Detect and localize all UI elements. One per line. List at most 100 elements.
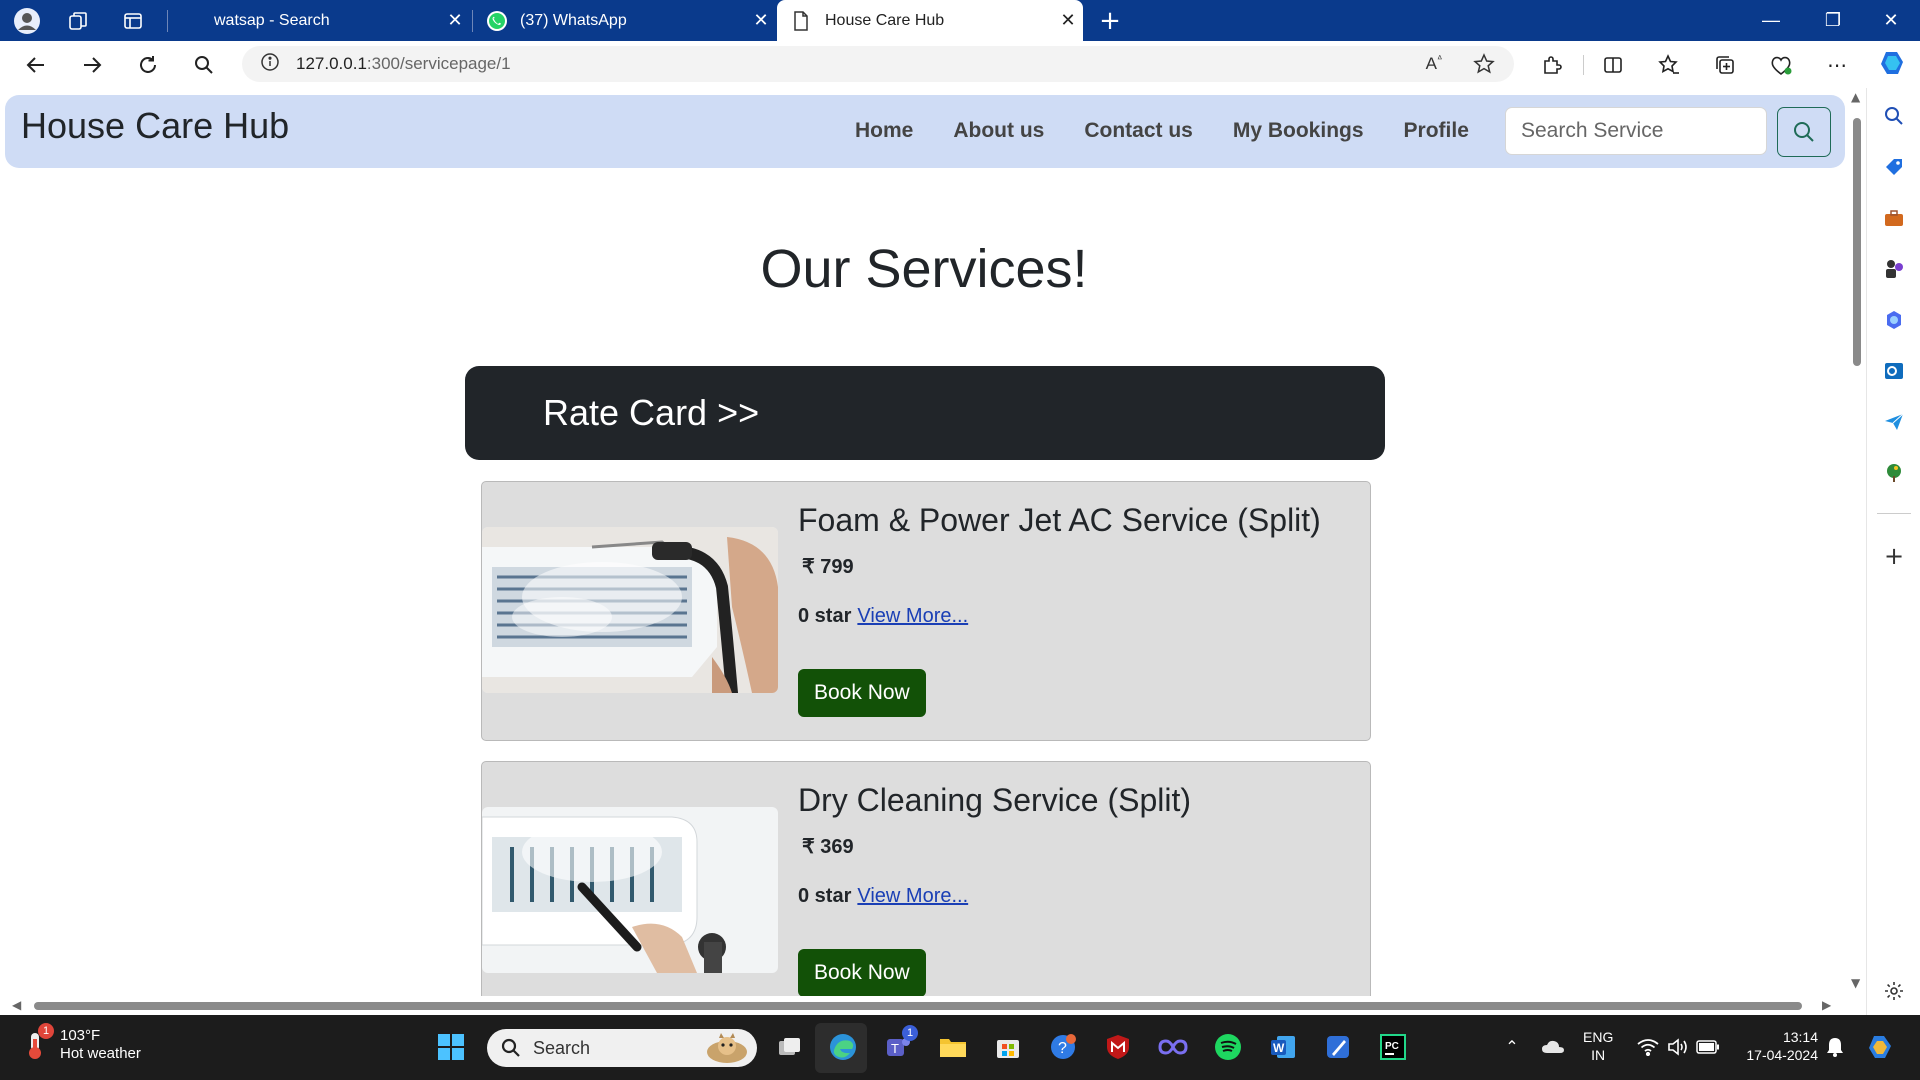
windows-start-icon[interactable]: [433, 1029, 469, 1065]
windows-taskbar: 1 103°F Hot weather Search T 1 ? W PC ⌃ …: [0, 1015, 1920, 1080]
tools-briefcase-icon[interactable]: [1880, 204, 1908, 232]
notifications-bell-icon[interactable]: [1817, 1029, 1853, 1065]
infinity-app-icon[interactable]: [1155, 1029, 1191, 1065]
svg-text:PC: PC: [1385, 1041, 1399, 1052]
scroll-thumb[interactable]: [1853, 118, 1861, 366]
search-service-input[interactable]: [1505, 107, 1767, 155]
nav-home[interactable]: Home: [855, 119, 913, 143]
shopping-tag-icon[interactable]: [1880, 153, 1908, 181]
spotify-icon[interactable]: [1210, 1029, 1246, 1065]
view-more-link[interactable]: View More...: [857, 885, 968, 907]
nav-contact-us[interactable]: Contact us: [1084, 119, 1193, 143]
close-icon[interactable]: ✕: [1053, 10, 1083, 31]
nav-about-us[interactable]: About us: [953, 119, 1044, 143]
close-icon[interactable]: ✕: [440, 10, 470, 31]
taskbar-search-label: Search: [533, 1037, 591, 1058]
scroll-up-icon[interactable]: ▲: [1851, 90, 1860, 104]
window-close-icon[interactable]: ✕: [1862, 0, 1920, 41]
scroll-left-icon[interactable]: ◀: [12, 998, 21, 1012]
add-icon[interactable]: +: [1880, 542, 1908, 570]
toolbar-divider: [1583, 55, 1584, 75]
search-icon[interactable]: [188, 49, 220, 81]
microsoft-store-icon[interactable]: [990, 1029, 1026, 1065]
mcafee-icon[interactable]: [1100, 1029, 1136, 1065]
collections-icon[interactable]: [1709, 49, 1741, 81]
svg-text:T: T: [891, 1041, 899, 1056]
back-icon[interactable]: [20, 49, 52, 81]
info-icon[interactable]: [260, 52, 288, 76]
tab-house-care-hub[interactable]: House Care Hub ✕: [777, 0, 1083, 41]
weather-badge: 1: [38, 1023, 54, 1039]
extensions-icon[interactable]: [1536, 49, 1568, 81]
read-aloud-icon[interactable]: Aᐞ: [1420, 50, 1448, 78]
games-icon[interactable]: [1880, 255, 1908, 283]
battery-icon[interactable]: [1690, 1029, 1726, 1065]
settings-gear-icon[interactable]: [1880, 977, 1908, 1005]
onedrive-cloud-icon[interactable]: [1535, 1029, 1571, 1065]
site-nav-links: Home About us Contact us My Bookings Pro…: [855, 119, 1509, 143]
more-options-icon[interactable]: ⋯: [1821, 49, 1853, 81]
pycharm-icon[interactable]: PC: [1375, 1029, 1411, 1065]
book-now-button[interactable]: Book Now: [798, 949, 926, 996]
weather-widget[interactable]: 1 103°F Hot weather: [22, 1023, 141, 1063]
tab-title: watsap - Search: [214, 11, 330, 29]
tab-actions-icon[interactable]: [118, 6, 148, 36]
view-more-link[interactable]: View More...: [857, 605, 968, 627]
tab-title: House Care Hub: [825, 11, 945, 29]
search-button[interactable]: [1777, 107, 1831, 157]
clock[interactable]: 13:14 17-04-2024: [1732, 1028, 1818, 1064]
nav-my-bookings[interactable]: My Bookings: [1233, 119, 1364, 143]
rating-text: 0 star: [798, 885, 852, 907]
task-view-icon[interactable]: [772, 1029, 808, 1065]
profile-icon[interactable]: [12, 6, 42, 36]
tab-search[interactable]: watsap - Search ✕: [178, 0, 470, 41]
scroll-right-icon[interactable]: ▶: [1822, 998, 1831, 1012]
service-name: Dry Cleaning Service (Split): [798, 782, 1192, 818]
address-bar[interactable]: 127.0.0.1:300/servicepage/1 Aᐞ: [242, 46, 1514, 82]
teams-icon[interactable]: T 1: [880, 1025, 918, 1065]
file-explorer-icon[interactable]: [935, 1029, 971, 1065]
book-now-button[interactable]: Book Now: [798, 669, 926, 717]
edge-sidebar: +: [1866, 88, 1920, 1015]
minimize-icon[interactable]: —: [1742, 0, 1800, 41]
language-indicator[interactable]: ENG IN: [1583, 1028, 1613, 1064]
refresh-icon[interactable]: [132, 49, 164, 81]
new-tab-icon[interactable]: +: [1095, 6, 1125, 36]
weather-temp: 103°F: [60, 1027, 101, 1044]
favorite-star-icon[interactable]: [1470, 50, 1498, 78]
taskbar-search[interactable]: Search: [487, 1029, 757, 1067]
close-icon[interactable]: ✕: [746, 10, 776, 31]
weather-desc: Hot weather: [60, 1045, 141, 1062]
send-icon[interactable]: [1880, 408, 1908, 436]
copilot-icon[interactable]: [1877, 48, 1907, 78]
workspaces-icon[interactable]: [63, 6, 93, 36]
favorites-icon[interactable]: [1653, 49, 1685, 81]
site-navbar: House Care Hub Home About us Contact us …: [5, 95, 1845, 168]
search-icon: [1794, 122, 1814, 142]
horizontal-scrollbar[interactable]: ◀ ▶: [0, 996, 1848, 1015]
tab-whatsapp[interactable]: (37) WhatsApp ✕: [478, 0, 776, 41]
browser-toolbar: 127.0.0.1:300/servicepage/1 Aᐞ ⋯: [0, 41, 1920, 89]
tree-icon[interactable]: [1880, 459, 1908, 487]
browser-essentials-icon[interactable]: [1765, 49, 1797, 81]
show-hidden-icons-chevron-icon[interactable]: ⌃: [1494, 1029, 1530, 1065]
vertical-scrollbar[interactable]: ▲ ▼: [1848, 88, 1866, 996]
split-screen-icon[interactable]: [1597, 49, 1629, 81]
rate-card-banner[interactable]: Rate Card >>: [465, 366, 1385, 460]
word-icon[interactable]: W: [1265, 1029, 1301, 1065]
search-icon[interactable]: [1880, 102, 1908, 130]
site-brand[interactable]: House Care Hub: [21, 105, 289, 147]
help-icon[interactable]: ?: [1045, 1029, 1081, 1065]
tab-separator: [167, 10, 168, 32]
restore-icon[interactable]: ❐: [1804, 0, 1862, 41]
outlook-icon[interactable]: [1880, 357, 1908, 385]
scroll-down-icon[interactable]: ▼: [1851, 976, 1860, 990]
copilot-taskbar-icon[interactable]: [1862, 1029, 1898, 1065]
paint-icon[interactable]: [1320, 1029, 1356, 1065]
nav-profile[interactable]: Profile: [1404, 119, 1469, 143]
service-card: Dry Cleaning Service (Split) ₹ 369 0 sta…: [481, 761, 1371, 996]
forward-icon[interactable]: [76, 49, 108, 81]
scroll-thumb[interactable]: [34, 1002, 1802, 1010]
page-viewport: House Care Hub Home About us Contact us …: [0, 88, 1848, 996]
microsoft-365-icon[interactable]: [1880, 306, 1908, 334]
